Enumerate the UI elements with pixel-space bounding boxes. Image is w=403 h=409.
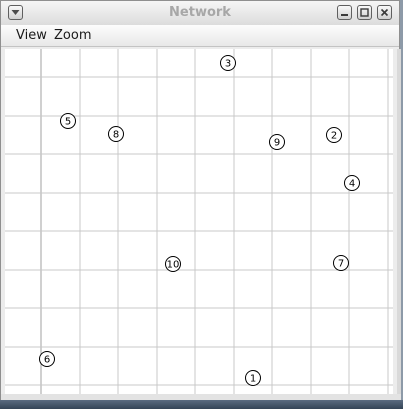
menu-bar: View Zoom: [1, 25, 399, 47]
node-label: 5: [65, 117, 71, 128]
maximize-icon: [360, 8, 369, 17]
node-label: 8: [113, 130, 119, 141]
network-node[interactable]: 8: [108, 126, 124, 142]
node-label: 9: [274, 138, 280, 149]
network-canvas[interactable]: 1 2 3 4 5 6 7 8 9 10: [5, 49, 393, 394]
network-node[interactable]: 4: [344, 175, 360, 191]
network-node[interactable]: 10: [165, 256, 181, 272]
node-label: 1: [250, 374, 256, 385]
network-node[interactable]: 1: [245, 370, 261, 386]
desktop-panel: [0, 400, 403, 409]
minimize-icon: [341, 14, 348, 16]
network-window: Network View Zoom 1 2 3 4 5 6 7 8 9 10: [0, 0, 401, 401]
node-label: 10: [167, 260, 180, 271]
menu-view[interactable]: View: [16, 28, 47, 43]
menu-zoom[interactable]: Zoom: [54, 28, 91, 43]
close-icon: [380, 8, 389, 17]
network-node[interactable]: 9: [269, 134, 285, 150]
minimize-button[interactable]: [337, 5, 352, 20]
network-node[interactable]: 5: [60, 113, 76, 129]
close-button[interactable]: [377, 5, 392, 20]
node-label: 7: [338, 259, 344, 270]
network-node[interactable]: 7: [333, 255, 349, 271]
network-node[interactable]: 3: [220, 55, 236, 71]
node-label: 3: [225, 59, 231, 70]
right-border: [397, 49, 401, 394]
title-bar[interactable]: Network: [1, 1, 399, 26]
node-label: 4: [349, 179, 355, 190]
network-graph[interactable]: 1 2 3 4 5 6 7 8 9 10: [5, 49, 393, 394]
node-label: 6: [44, 355, 50, 366]
node-label: 2: [331, 131, 337, 142]
network-node[interactable]: 2: [326, 127, 342, 143]
network-node[interactable]: 6: [39, 351, 55, 367]
maximize-button[interactable]: [357, 5, 372, 20]
